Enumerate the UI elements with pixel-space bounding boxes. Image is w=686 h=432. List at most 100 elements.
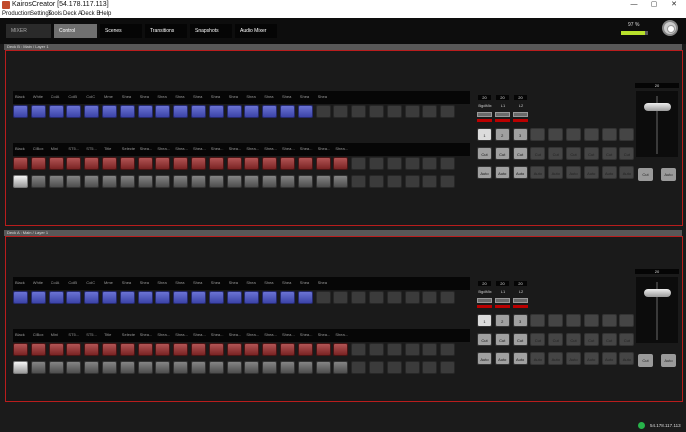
program-button[interactable] xyxy=(386,361,402,374)
preview-button[interactable] xyxy=(101,157,117,170)
layer-select-button[interactable] xyxy=(619,128,635,141)
preview-button[interactable] xyxy=(190,343,206,356)
source-button[interactable] xyxy=(226,291,242,304)
source-button[interactable] xyxy=(13,105,28,118)
layer-select-button[interactable] xyxy=(548,128,564,141)
program-button[interactable] xyxy=(404,361,420,374)
preview-button[interactable] xyxy=(208,343,224,356)
preview-button[interactable] xyxy=(262,157,278,170)
layer-select-button[interactable] xyxy=(583,314,599,327)
source-button[interactable] xyxy=(137,105,153,118)
cut-button[interactable]: Cut xyxy=(583,333,599,346)
preview-button[interactable] xyxy=(368,343,384,356)
source-button[interactable] xyxy=(262,105,278,118)
layer-select-button[interactable]: 3 xyxy=(512,128,528,141)
source-button[interactable] xyxy=(48,105,64,118)
preview-button[interactable] xyxy=(440,343,456,356)
preview-button[interactable] xyxy=(386,157,402,170)
program-button[interactable] xyxy=(297,175,313,188)
program-button[interactable] xyxy=(440,361,456,374)
source-button[interactable] xyxy=(208,291,224,304)
preview-button[interactable] xyxy=(119,157,135,170)
program-button[interactable] xyxy=(440,175,456,188)
menu-tools[interactable]: Tools xyxy=(48,10,62,18)
tbar-handle[interactable] xyxy=(644,289,671,297)
preview-button[interactable] xyxy=(137,343,153,356)
auto-button[interactable]: Auto xyxy=(494,166,510,179)
preview-button[interactable] xyxy=(30,343,46,356)
cut-button[interactable]: Cut xyxy=(601,333,617,346)
source-button[interactable] xyxy=(48,291,64,304)
program-button[interactable] xyxy=(404,175,420,188)
tbar[interactable] xyxy=(636,277,678,343)
program-button[interactable] xyxy=(48,175,64,188)
source-button[interactable] xyxy=(404,291,420,304)
source-button[interactable] xyxy=(66,105,82,118)
tbar-auto-button[interactable]: Auto xyxy=(661,354,676,367)
source-button[interactable] xyxy=(333,291,349,304)
auto-button[interactable]: Auto xyxy=(477,166,492,179)
program-button[interactable] xyxy=(173,361,189,374)
source-button[interactable] xyxy=(297,105,313,118)
preview-button[interactable] xyxy=(48,343,64,356)
program-button[interactable] xyxy=(155,361,171,374)
auto-button[interactable]: Auto xyxy=(494,352,510,365)
preview-button[interactable] xyxy=(84,157,100,170)
preview-button[interactable] xyxy=(440,157,456,170)
cut-button[interactable]: Cut xyxy=(477,333,492,346)
preview-button[interactable] xyxy=(404,157,420,170)
cut-button[interactable]: Cut xyxy=(494,333,510,346)
source-button[interactable] xyxy=(30,105,46,118)
preview-button[interactable] xyxy=(315,343,331,356)
program-button[interactable] xyxy=(244,361,260,374)
source-button[interactable] xyxy=(190,291,206,304)
preview-button[interactable] xyxy=(226,343,242,356)
program-button[interactable] xyxy=(226,175,242,188)
nav-scenes[interactable]: Scenes xyxy=(100,24,142,38)
program-button[interactable] xyxy=(137,175,153,188)
tbar[interactable] xyxy=(636,91,678,157)
preview-button[interactable] xyxy=(368,157,384,170)
auto-button[interactable]: Auto xyxy=(548,352,564,365)
source-button[interactable] xyxy=(422,291,438,304)
source-button[interactable] xyxy=(386,105,402,118)
cut-button[interactable]: Cut xyxy=(548,147,564,160)
preview-button[interactable] xyxy=(297,157,313,170)
source-button[interactable] xyxy=(440,291,456,304)
program-button[interactable] xyxy=(262,361,278,374)
program-button[interactable] xyxy=(137,361,153,374)
source-button[interactable] xyxy=(137,291,153,304)
program-button[interactable] xyxy=(84,175,100,188)
auto-button[interactable]: Auto xyxy=(566,166,581,179)
layer-select-button[interactable] xyxy=(566,128,581,141)
source-button[interactable] xyxy=(386,291,402,304)
preview-button[interactable] xyxy=(66,343,82,356)
program-button[interactable] xyxy=(66,175,82,188)
preview-button[interactable] xyxy=(155,157,171,170)
preview-button[interactable] xyxy=(66,157,82,170)
preview-button[interactable] xyxy=(351,157,367,170)
program-button[interactable] xyxy=(13,361,28,374)
program-button[interactable] xyxy=(208,175,224,188)
layer-select-button[interactable]: 2 xyxy=(494,314,510,327)
close-button[interactable]: ✕ xyxy=(662,0,686,10)
source-button[interactable] xyxy=(155,291,171,304)
program-button[interactable] xyxy=(422,361,438,374)
source-button[interactable] xyxy=(279,291,295,304)
preview-button[interactable] xyxy=(422,157,438,170)
auto-button[interactable]: Auto xyxy=(619,352,635,365)
cut-button[interactable]: Cut xyxy=(619,147,635,160)
layer-fader[interactable] xyxy=(495,112,510,117)
preview-button[interactable] xyxy=(101,343,117,356)
preview-button[interactable] xyxy=(404,343,420,356)
program-button[interactable] xyxy=(279,361,295,374)
source-button[interactable] xyxy=(84,291,100,304)
source-button[interactable] xyxy=(66,291,82,304)
preview-button[interactable] xyxy=(155,343,171,356)
source-button[interactable] xyxy=(279,105,295,118)
layer-fader[interactable] xyxy=(495,298,510,303)
program-button[interactable] xyxy=(226,361,242,374)
preview-button[interactable] xyxy=(208,157,224,170)
tbar-handle[interactable] xyxy=(644,103,671,111)
menu-deck-b[interactable]: Deck B xyxy=(81,10,100,18)
